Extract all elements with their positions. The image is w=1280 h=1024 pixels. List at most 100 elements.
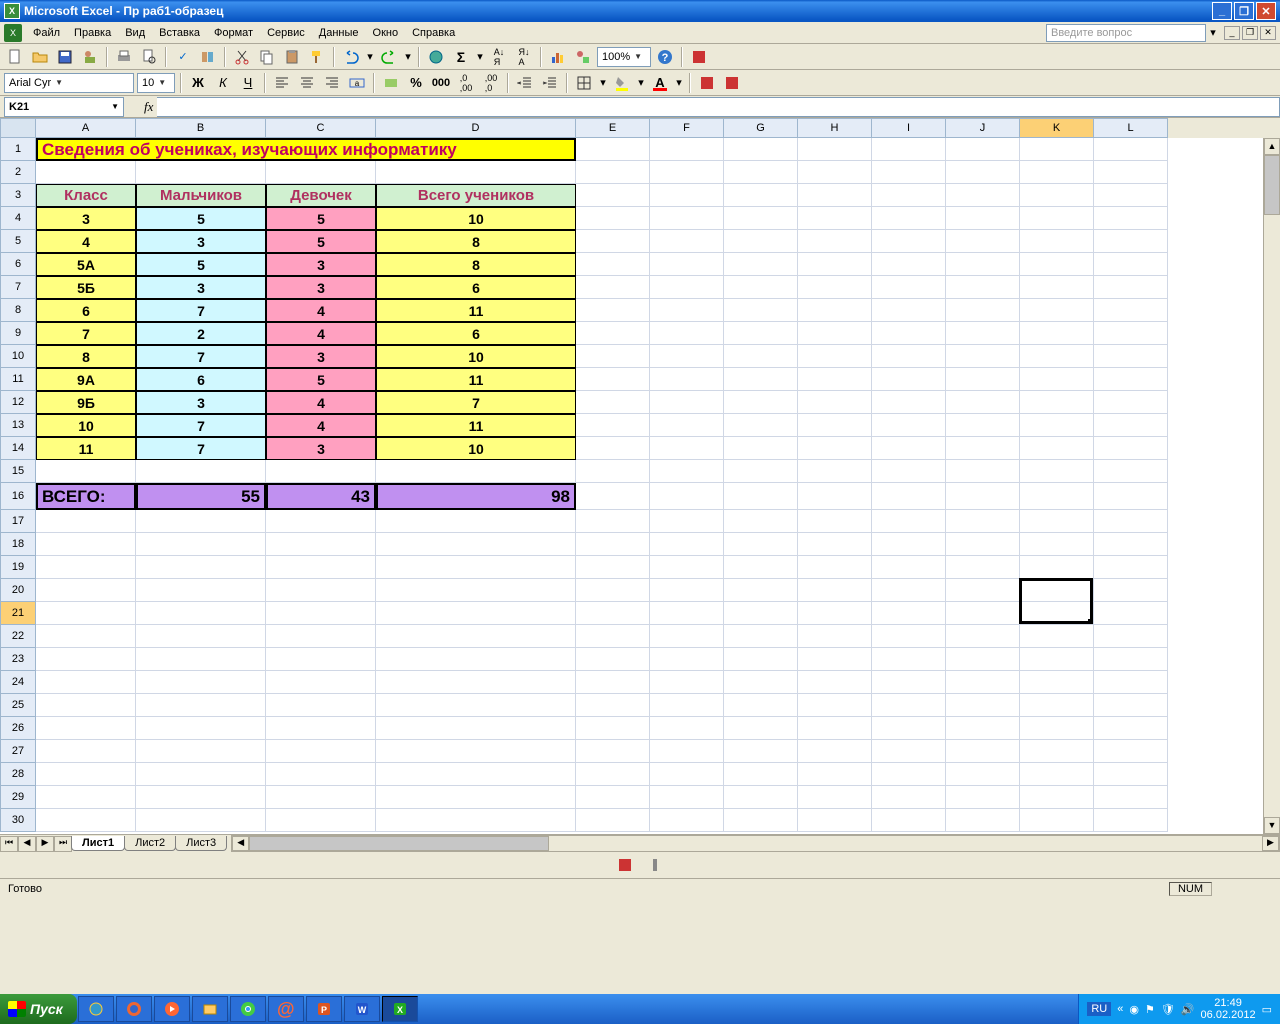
cell[interactable] xyxy=(376,161,576,184)
cell[interactable] xyxy=(724,368,798,391)
cell[interactable] xyxy=(798,740,872,763)
cell[interactable] xyxy=(946,740,1020,763)
cell[interactable] xyxy=(798,368,872,391)
cell[interactable] xyxy=(1020,253,1094,276)
cell[interactable] xyxy=(946,230,1020,253)
table-cell[interactable]: 4 xyxy=(266,322,376,345)
row-header[interactable]: 16 xyxy=(0,483,36,510)
bold-button[interactable]: Ж xyxy=(187,72,209,94)
cell[interactable] xyxy=(872,207,946,230)
row-header[interactable]: 4 xyxy=(0,207,36,230)
row-header[interactable]: 17 xyxy=(0,510,36,533)
cell[interactable] xyxy=(946,138,1020,161)
currency-button[interactable] xyxy=(380,72,402,94)
row-header[interactable]: 19 xyxy=(0,556,36,579)
cell[interactable] xyxy=(872,533,946,556)
table-cell[interactable]: 3 xyxy=(266,437,376,460)
row-header[interactable]: 10 xyxy=(0,345,36,368)
cell[interactable] xyxy=(1020,809,1094,832)
redo-button[interactable] xyxy=(378,46,400,68)
cell[interactable] xyxy=(1094,556,1168,579)
cell[interactable] xyxy=(946,345,1020,368)
cell[interactable] xyxy=(724,602,798,625)
table-cell[interactable]: 5Б xyxy=(36,276,136,299)
table-cell[interactable]: 5 xyxy=(266,230,376,253)
cell[interactable] xyxy=(136,556,266,579)
cell[interactable] xyxy=(1020,161,1094,184)
table-cell[interactable]: 11 xyxy=(376,299,576,322)
cell[interactable] xyxy=(650,460,724,483)
row-header[interactable]: 6 xyxy=(0,253,36,276)
cell[interactable] xyxy=(376,648,576,671)
comma-button[interactable]: 000 xyxy=(430,72,452,94)
help-button[interactable]: ? xyxy=(654,46,676,68)
row-header[interactable]: 18 xyxy=(0,533,36,556)
total-value[interactable]: 43 xyxy=(266,483,376,510)
cell[interactable] xyxy=(650,138,724,161)
cell[interactable] xyxy=(798,602,872,625)
autosum-dropdown[interactable]: ▾ xyxy=(475,46,485,68)
cell[interactable] xyxy=(798,483,872,510)
cell[interactable] xyxy=(36,671,136,694)
save-button[interactable] xyxy=(54,46,76,68)
table-cell[interactable]: 9Б xyxy=(36,391,136,414)
research-button[interactable] xyxy=(197,46,219,68)
increase-decimal-button[interactable]: ,0,00 xyxy=(455,72,477,94)
adobe-toolbar-button[interactable] xyxy=(696,72,718,94)
cell[interactable] xyxy=(576,253,650,276)
row-header[interactable]: 14 xyxy=(0,437,36,460)
taskbar-media-icon[interactable] xyxy=(154,996,190,1022)
cell[interactable] xyxy=(872,671,946,694)
cell[interactable] xyxy=(946,322,1020,345)
doc-close-button[interactable]: ✕ xyxy=(1260,26,1276,40)
cell[interactable] xyxy=(576,694,650,717)
cell[interactable] xyxy=(1020,184,1094,207)
print-button[interactable] xyxy=(113,46,135,68)
cell[interactable] xyxy=(650,648,724,671)
spreadsheet-grid[interactable]: ABCDEFGHIJKL 1Сведения об учениках, изуч… xyxy=(0,118,1280,834)
language-indicator[interactable]: RU xyxy=(1087,1002,1111,1016)
hyperlink-button[interactable] xyxy=(425,46,447,68)
cell[interactable] xyxy=(724,138,798,161)
cell[interactable] xyxy=(36,602,136,625)
cell[interactable] xyxy=(724,437,798,460)
cell[interactable] xyxy=(576,786,650,809)
cell[interactable] xyxy=(946,460,1020,483)
cell[interactable] xyxy=(266,809,376,832)
cell[interactable] xyxy=(650,556,724,579)
percent-button[interactable]: % xyxy=(405,72,427,94)
doc-minimize-button[interactable]: _ xyxy=(1224,26,1240,40)
table-cell[interactable]: 11 xyxy=(376,414,576,437)
cell[interactable] xyxy=(872,299,946,322)
row-header[interactable]: 26 xyxy=(0,717,36,740)
cell[interactable] xyxy=(266,161,376,184)
cell[interactable] xyxy=(1020,437,1094,460)
formula-input[interactable] xyxy=(157,97,1280,117)
cell[interactable] xyxy=(650,763,724,786)
table-cell[interactable]: 5 xyxy=(266,368,376,391)
cell[interactable] xyxy=(650,414,724,437)
cell[interactable] xyxy=(376,671,576,694)
table-header[interactable]: Класс xyxy=(36,184,136,207)
cell[interactable] xyxy=(136,740,266,763)
table-cell[interactable]: 8 xyxy=(376,253,576,276)
row-header[interactable]: 30 xyxy=(0,809,36,832)
cell[interactable] xyxy=(1094,391,1168,414)
cell[interactable] xyxy=(1020,207,1094,230)
cell[interactable] xyxy=(798,625,872,648)
cell[interactable] xyxy=(946,694,1020,717)
cell[interactable] xyxy=(376,625,576,648)
cell[interactable] xyxy=(576,556,650,579)
table-cell[interactable]: 4 xyxy=(266,414,376,437)
cell[interactable] xyxy=(266,602,376,625)
cell[interactable] xyxy=(1020,276,1094,299)
cell[interactable] xyxy=(724,207,798,230)
cell[interactable] xyxy=(724,533,798,556)
cell[interactable] xyxy=(136,460,266,483)
adobe-pdf-icon[interactable] xyxy=(614,854,636,876)
cell[interactable] xyxy=(946,510,1020,533)
copy-button[interactable] xyxy=(256,46,278,68)
row-header[interactable]: 28 xyxy=(0,763,36,786)
cell[interactable] xyxy=(872,717,946,740)
cell[interactable] xyxy=(1094,510,1168,533)
